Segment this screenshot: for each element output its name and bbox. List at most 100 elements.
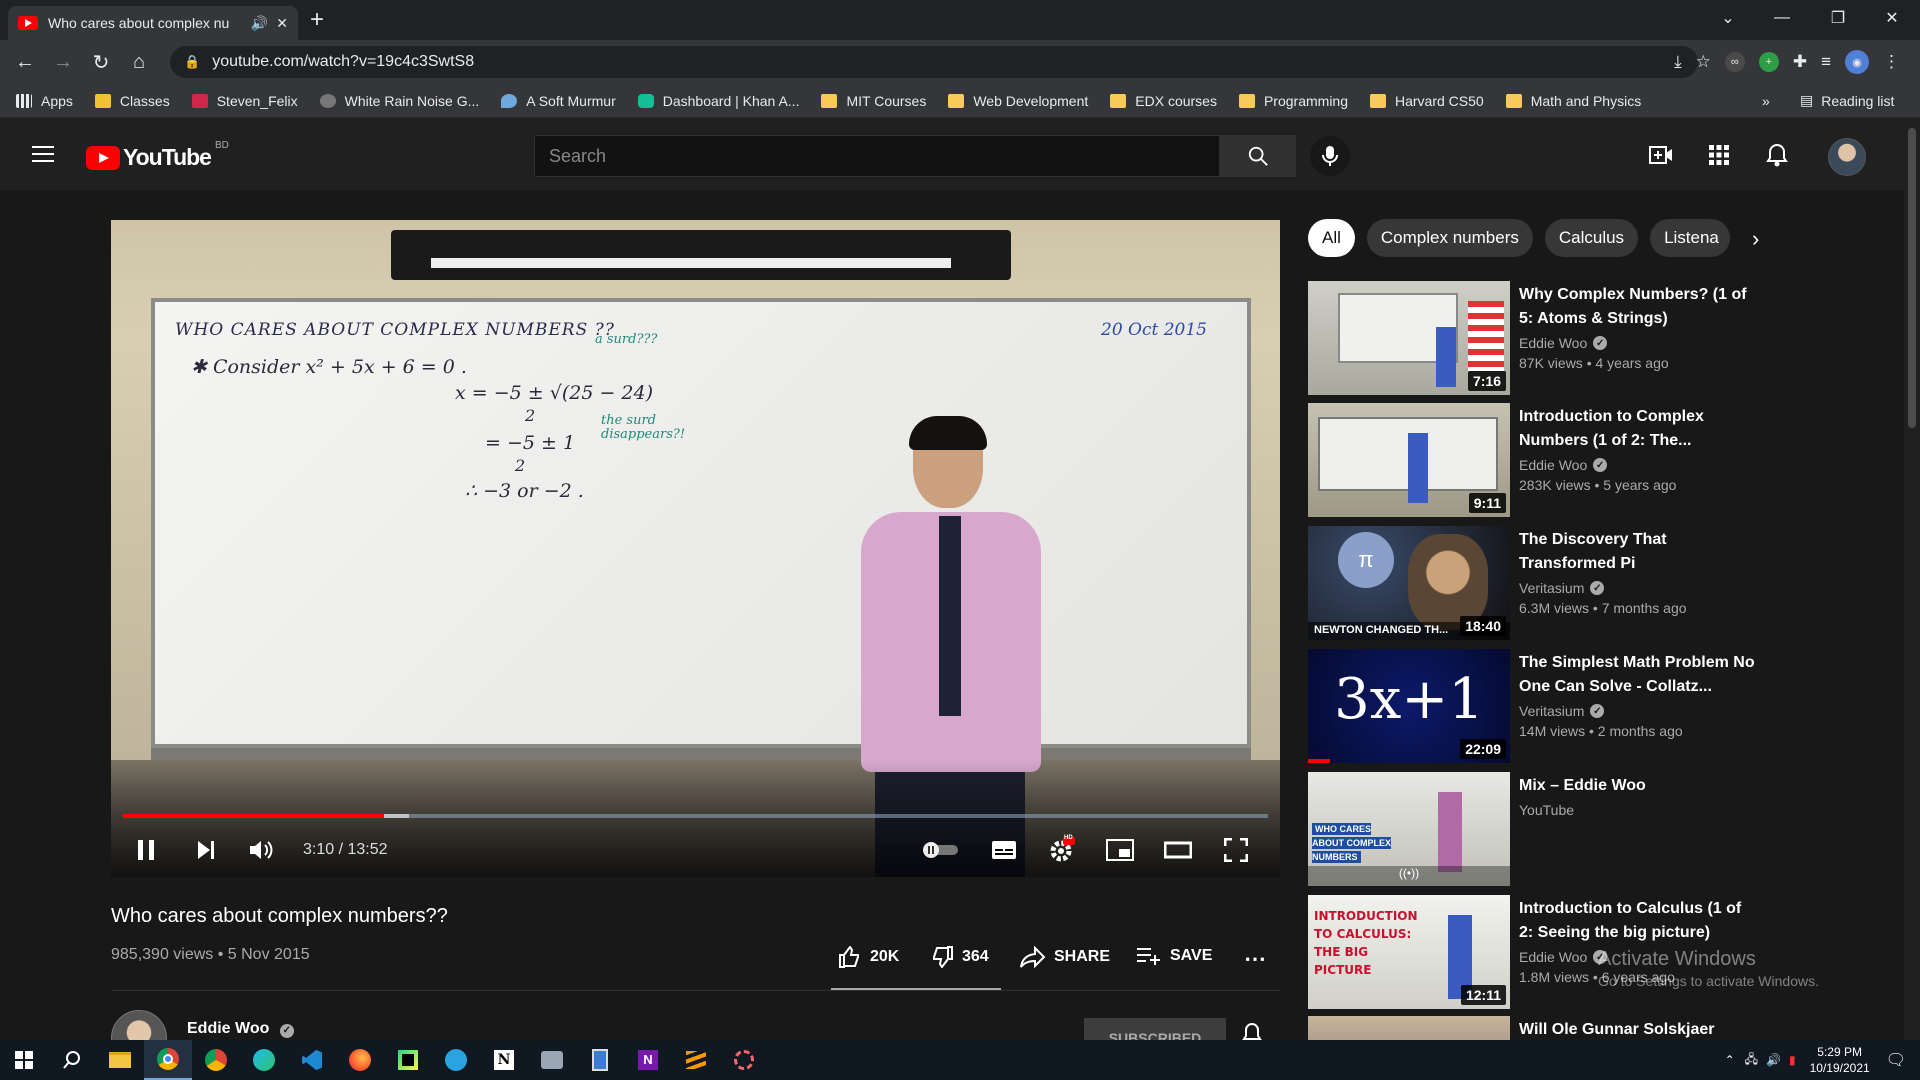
browser-menu-icon[interactable]: ⋮ — [1883, 52, 1900, 72]
bookmark-khan[interactable]: Dashboard | Khan A... — [637, 93, 799, 109]
back-icon[interactable]: ← — [6, 43, 44, 81]
rec-title[interactable]: Why Complex Numbers? (1 of 5: Atoms & St… — [1519, 283, 1759, 331]
network-icon[interactable]: 🖧 — [1745, 1050, 1758, 1071]
apps-grid-icon[interactable] — [1706, 142, 1732, 168]
system-clock[interactable]: 5:29 PM 10/19/2021 — [1810, 1044, 1870, 1076]
rec-title[interactable]: The Discovery That Transformed Pi — [1519, 528, 1759, 576]
chrome-profile-taskbar-icon[interactable] — [192, 1040, 240, 1080]
rec-channel[interactable]: Veritasium ✓ — [1519, 580, 1759, 596]
share-button[interactable]: SHARE — [1020, 946, 1110, 968]
search-input[interactable] — [534, 135, 1220, 177]
notification-center-icon[interactable]: 🗨 — [1886, 1050, 1906, 1070]
voice-search-button[interactable] — [1310, 136, 1350, 176]
recommendation-item[interactable]: π NEWTON CHANGED TH... 18:40 The Discove… — [1308, 526, 1828, 640]
speaker-icon[interactable]: 🔊 — [251, 15, 268, 32]
bookmark-mit[interactable]: MIT Courses — [821, 93, 926, 109]
search-button[interactable] — [1220, 135, 1296, 177]
media-queue-icon[interactable]: ≡ — [1821, 52, 1831, 72]
bookmark-programming[interactable]: Programming — [1238, 93, 1348, 109]
settings-app-icon[interactable] — [720, 1040, 768, 1080]
extension-icon[interactable]: ∞ — [1724, 52, 1745, 72]
scrollbar-thumb[interactable] — [1908, 128, 1916, 428]
account-avatar[interactable] — [1828, 138, 1866, 176]
video-thumbnail[interactable]: INTRODUCTION TO CALCULUS: THE BIG PICTUR… — [1308, 895, 1510, 1009]
address-bar[interactable]: 🔒 youtube.com/watch?v=19c4c3SwtS8 — [170, 46, 1698, 78]
reading-list[interactable]: ▤ Reading list — [1800, 92, 1894, 109]
chip-calculus[interactable]: Calculus — [1544, 219, 1639, 257]
rec-channel[interactable]: YouTube — [1519, 802, 1759, 818]
like-button[interactable]: 20K — [838, 946, 899, 968]
dislike-button[interactable]: 364 — [930, 946, 989, 968]
rec-title[interactable]: Will Ole Gunnar Solskjaer — [1519, 1018, 1759, 1040]
video-thumbnail[interactable]: 7:16 — [1308, 281, 1510, 395]
app-icon[interactable] — [528, 1040, 576, 1080]
miniplayer-button[interactable] — [1105, 830, 1135, 870]
start-button[interactable] — [0, 1040, 48, 1080]
next-button[interactable] — [193, 830, 219, 870]
battery-icon[interactable]: ▮ — [1789, 1053, 1796, 1067]
bookmarks-overflow[interactable]: » — [1762, 93, 1770, 109]
rec-title[interactable]: Introduction to Calculus (1 of 2: Seeing… — [1519, 897, 1759, 945]
vscode-icon[interactable] — [288, 1040, 336, 1080]
recommendation-item[interactable]: 7:16 Why Complex Numbers? (1 of 5: Atoms… — [1308, 281, 1828, 395]
more-actions-icon[interactable]: ⋯ — [1244, 946, 1266, 972]
rec-channel[interactable]: Eddie Woo ✓ — [1519, 457, 1759, 473]
video-player[interactable]: WHO CARES ABOUT COMPLEX NUMBERS ?? 20 Oc… — [111, 220, 1280, 877]
bookmark-math[interactable]: Math and Physics — [1505, 93, 1641, 109]
video-thumbnail[interactable]: π NEWTON CHANGED TH... 18:40 — [1308, 526, 1510, 640]
bookmark-white-rain[interactable]: White Rain Noise G... — [319, 93, 479, 109]
search-taskbar-icon[interactable] — [48, 1040, 96, 1080]
subtitles-button[interactable] — [989, 830, 1019, 870]
menu-icon[interactable] — [32, 146, 54, 162]
file-explorer-icon[interactable] — [96, 1040, 144, 1080]
settings-button[interactable]: HD — [1047, 830, 1077, 870]
tray-overflow-icon[interactable]: ⌃ — [1725, 1053, 1735, 1067]
volume-tray-icon[interactable]: 🔊 — [1766, 1053, 1781, 1067]
bookmark-edx[interactable]: EDX courses — [1110, 93, 1217, 109]
chip-all[interactable]: All — [1308, 219, 1355, 257]
video-thumbnail[interactable]: WHO CARES ABOUT COMPLEX NUMBERS ((•)) — [1308, 772, 1510, 886]
fullscreen-button[interactable] — [1221, 830, 1251, 870]
video-thumbnail[interactable]: 9:11 — [1308, 403, 1510, 517]
browser-tab[interactable]: Who cares about complex nu 🔊 ✕ — [8, 6, 298, 40]
chip-listena[interactable]: Listena — [1650, 219, 1731, 257]
rec-channel[interactable]: Eddie Woo ✓ — [1519, 335, 1759, 351]
tab-search-icon[interactable]: ⌄ — [1700, 0, 1756, 36]
bookmark-steven-felix[interactable]: Steven_Felix — [191, 93, 298, 109]
profile-icon[interactable]: ◉ — [1845, 50, 1869, 74]
youtube-logo[interactable]: YouTube BD — [86, 140, 229, 171]
bookmark-webdev[interactable]: Web Development — [948, 93, 1088, 109]
recommendation-item[interactable]: Will Ole Gunnar Solskjaer — [1308, 1016, 1828, 1040]
pycharm-icon[interactable] — [384, 1040, 432, 1080]
minimize-button[interactable]: — — [1754, 0, 1810, 36]
chip-complex-numbers[interactable]: Complex numbers — [1366, 219, 1533, 257]
pause-button[interactable] — [133, 830, 159, 870]
firefox-icon[interactable] — [336, 1040, 384, 1080]
restore-button[interactable]: ❐ — [1810, 0, 1866, 36]
forward-icon[interactable]: → — [44, 43, 82, 81]
bookmark-classes[interactable]: Classes — [94, 93, 170, 109]
chevron-right-icon[interactable]: › — [1752, 226, 1759, 252]
rec-title[interactable]: Introduction to Complex Numbers (1 of 2:… — [1519, 405, 1759, 453]
extension-green-icon[interactable]: + — [1758, 52, 1779, 72]
rec-title[interactable]: The Simplest Math Problem No One Can Sol… — [1519, 651, 1759, 699]
telegram-icon[interactable] — [432, 1040, 480, 1080]
theater-mode-button[interactable] — [1163, 830, 1193, 870]
notifications-bell-icon[interactable] — [1764, 142, 1790, 168]
volume-button[interactable] — [247, 830, 277, 870]
save-button[interactable]: SAVE — [1136, 946, 1212, 966]
notion-icon[interactable]: N — [480, 1040, 528, 1080]
bookmark-apps[interactable]: Apps — [16, 93, 73, 109]
sublime-icon[interactable] — [672, 1040, 720, 1080]
recommendation-item[interactable]: 9:11 Introduction to Complex Numbers (1 … — [1308, 403, 1828, 517]
bookmark-soft-murmur[interactable]: A Soft Murmur — [501, 93, 616, 109]
recommendation-item[interactable]: 3x+1 22:09 The Simplest Math Problem No … — [1308, 649, 1828, 763]
onenote-icon[interactable]: N — [624, 1040, 672, 1080]
close-window-button[interactable]: ✕ — [1864, 0, 1920, 36]
channel-name[interactable]: Eddie Woo ✓ — [187, 1020, 294, 1038]
home-icon[interactable]: ⌂ — [120, 43, 158, 81]
calculator-icon[interactable] — [576, 1040, 624, 1080]
bookmark-cs50[interactable]: Harvard CS50 — [1370, 93, 1484, 109]
chrome-taskbar-icon[interactable] — [144, 1040, 192, 1080]
video-thumbnail[interactable] — [1308, 1016, 1510, 1040]
